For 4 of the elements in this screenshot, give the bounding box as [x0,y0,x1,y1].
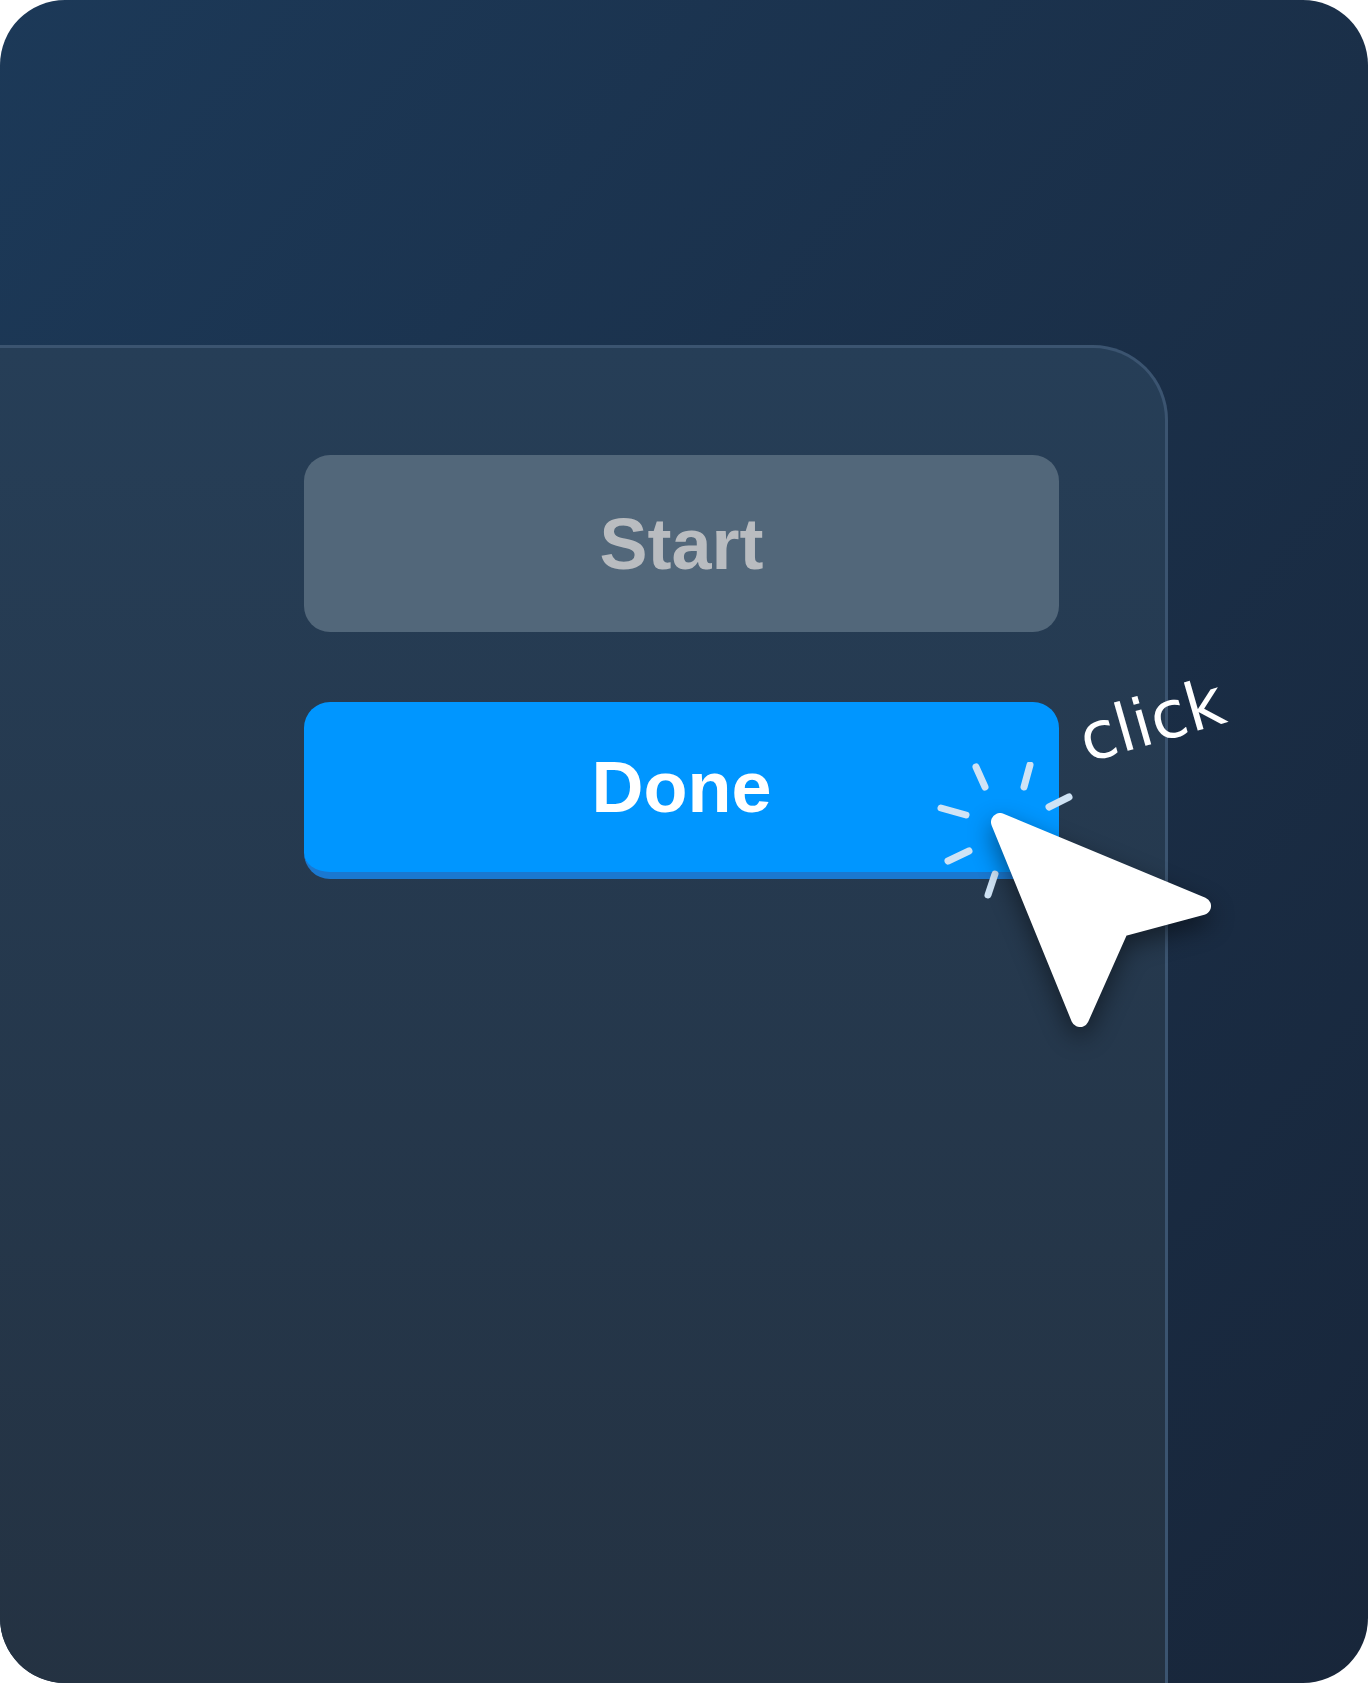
click-annotation: click [1071,668,1232,774]
done-button[interactable]: Done [304,702,1059,879]
spark-lines-icon [935,762,1075,902]
cursor-icon [990,812,1212,1027]
